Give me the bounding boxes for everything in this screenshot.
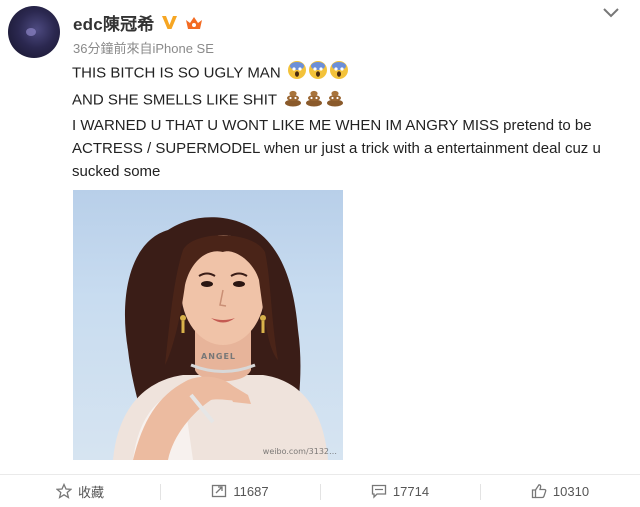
comment-button[interactable]: 17714 <box>320 475 480 507</box>
post-meta: 36分鐘前來自iPhone SE <box>73 41 214 56</box>
author-name[interactable]: edc陳冠希 <box>73 10 155 35</box>
verified-badge-icon <box>161 14 178 31</box>
post-line-2: AND SHE SMELLS LIKE SHIT <box>72 87 632 114</box>
comment-count: 17714 <box>392 483 430 499</box>
like-button[interactable]: 10310 <box>480 475 640 507</box>
like-count: 10310 <box>552 483 590 499</box>
avatar-highlight <box>26 28 36 36</box>
avatar[interactable] <box>8 6 60 58</box>
vip-crown-icon[interactable] <box>184 15 204 31</box>
favorite-button[interactable]: 收藏 <box>0 475 160 507</box>
post-line-1: THIS BITCH IS SO UGLY MAN <box>72 60 632 87</box>
weibo-post-card: edc陳冠希 36分鐘前來自iPhone SE THIS BITCH IS SO… <box>0 0 640 507</box>
photo-watermark: weibo.com/3132… <box>262 447 337 456</box>
post-photo[interactable]: ANGEL weibo.com/3132… <box>73 190 343 460</box>
thumbs-up-icon <box>531 483 547 499</box>
poop-emoji-icon <box>283 87 347 114</box>
post-line-2-text: AND SHE SMELLS LIKE SHIT <box>72 91 277 109</box>
post-text: THIS BITCH IS SO UGLY MAN AND SHE SMELLS… <box>72 60 632 183</box>
repost-count: 11687 <box>233 483 269 499</box>
favorite-label: 收藏 <box>77 484 104 500</box>
chevron-down-icon[interactable] <box>602 6 620 20</box>
post-line-1-text: THIS BITCH IS SO UGLY MAN <box>72 64 281 82</box>
post-line-3: I WARNED U THAT U WONT LIKE ME WHEN IM A… <box>72 117 601 180</box>
action-bar: 收藏 11687 17714 10310 <box>0 474 640 507</box>
repost-button[interactable]: 11687 <box>160 475 320 507</box>
star-icon <box>55 483 72 499</box>
author-row: edc陳冠希 <box>73 10 204 35</box>
repost-icon <box>211 483 227 499</box>
photo-necklace-text: ANGEL <box>201 352 237 361</box>
comment-icon <box>371 483 387 499</box>
scream-emoji-icon <box>287 60 351 87</box>
